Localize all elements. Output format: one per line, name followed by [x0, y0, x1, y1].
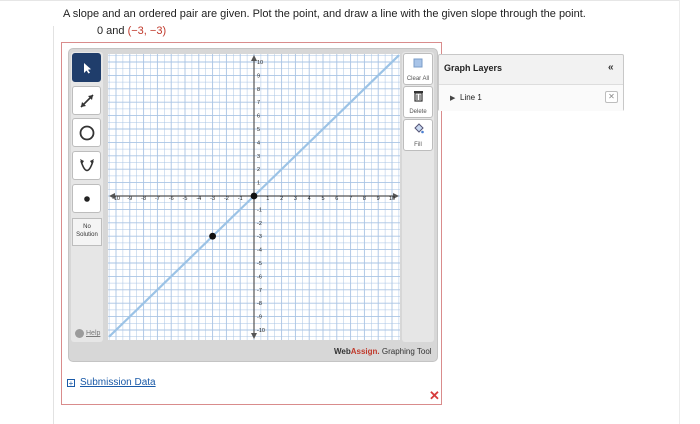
brand-tool: Graphing Tool	[379, 347, 432, 356]
layer-row[interactable]: ▶ Line 1 ✕	[439, 84, 623, 111]
given-point: (−3, −3)	[127, 25, 167, 37]
y-tick-label: 10	[257, 60, 263, 66]
help-label: Help	[86, 330, 101, 337]
expand-plus-icon: +	[67, 378, 75, 388]
x-tick-label: -3	[210, 196, 215, 202]
delete-button[interactable]: Delete	[403, 86, 433, 118]
submission-data-label: Submission Data	[80, 377, 156, 388]
clear-all-label: Clear All	[406, 76, 430, 82]
y-tick-label: 2	[257, 167, 260, 173]
help-icon	[75, 329, 84, 338]
y-tick-label: -9	[257, 315, 262, 321]
x-tick-label: 8	[363, 196, 366, 202]
divider	[53, 26, 54, 424]
help-link[interactable]: Help	[75, 329, 100, 338]
given-slope: 0 and	[97, 25, 125, 37]
coordinate-graph[interactable]: -10 -9 -8 -7 -6 -5 -4 -3 -2 -1 1 2 3 4 5 6 7 8 9 10 10 9 8 7 6 5 4…	[108, 54, 400, 340]
y-tick-label: -2	[257, 221, 262, 227]
submission-data-link[interactable]: + Submission Data	[67, 377, 156, 388]
graph-layers-title: Graph Layers	[444, 63, 503, 73]
y-tick-label: -7	[257, 288, 262, 294]
y-tick-label: 8	[257, 87, 260, 93]
y-tick-label: 3	[257, 154, 260, 160]
plotted-point	[250, 192, 258, 200]
fill-bucket-icon	[414, 123, 424, 134]
pointer-tool-button[interactable]	[72, 53, 101, 82]
line-icon	[79, 93, 94, 108]
x-tick-label: -5	[183, 196, 188, 202]
layer-name: Line 1	[460, 93, 482, 102]
x-tick-label: 1	[266, 196, 269, 202]
brand-web: Web	[334, 347, 351, 356]
fill-label: Fill	[414, 142, 422, 148]
collapse-icon[interactable]: «	[608, 62, 614, 73]
x-tick-label: -9	[127, 196, 132, 202]
y-tick-label: 4	[257, 140, 260, 146]
x-tick-label: 7	[349, 196, 352, 202]
y-tick-label: -4	[257, 248, 262, 254]
x-tick-label: -10	[112, 196, 120, 202]
brand-label: WebAssign. Graphing Tool	[334, 347, 432, 356]
parabola-tool-button[interactable]	[72, 151, 101, 180]
fill-button[interactable]: Fill	[403, 119, 433, 151]
x-tick-label: -2	[224, 196, 229, 202]
y-tick-label: 7	[257, 100, 260, 106]
parabola-icon	[79, 158, 94, 171]
x-tick-label: -6	[169, 196, 174, 202]
line-tool-button[interactable]	[72, 86, 101, 115]
question-text: A slope and an ordered pair are given. P…	[63, 8, 586, 20]
delete-label: Delete	[409, 109, 427, 115]
x-tick-label: -4	[196, 196, 201, 202]
x-tick-label: 9	[377, 196, 380, 202]
y-tick-label: -10	[257, 328, 265, 334]
x-tick-label: 2	[280, 196, 283, 202]
y-tick-label: -5	[257, 261, 262, 267]
brand-assign: Assign.	[350, 347, 380, 356]
point-tool-button[interactable]	[72, 184, 101, 213]
y-tick-label: -3	[257, 234, 262, 240]
y-tick-label: 1	[257, 181, 260, 187]
x-tick-label: 5	[321, 196, 324, 202]
x-tick-label: 10	[389, 196, 395, 202]
trash-icon	[413, 91, 423, 102]
x-tick-label: -8	[141, 196, 146, 202]
x-tick-label: -7	[155, 196, 160, 202]
expand-triangle-icon[interactable]: ▶	[450, 94, 455, 102]
divider	[0, 0, 680, 1]
no-solution-button[interactable]: No Solution	[72, 218, 102, 246]
y-tick-label: 9	[257, 73, 260, 79]
clear-all-button[interactable]: Clear All	[403, 53, 433, 85]
plotted-point	[209, 232, 216, 240]
delete-layer-icon[interactable]: ✕	[605, 91, 618, 103]
x-tick-label: -1	[238, 196, 243, 202]
x-tick-label: 6	[335, 196, 338, 202]
divider	[679, 0, 680, 424]
x-tick-label: 4	[308, 196, 311, 202]
close-icon[interactable]: ✕	[429, 388, 440, 404]
y-tick-label: -6	[257, 274, 262, 280]
x-tick-label: 3	[294, 196, 297, 202]
point-icon	[83, 195, 90, 202]
circle-tool-button[interactable]	[72, 118, 101, 147]
pointer-icon	[83, 62, 91, 73]
circle-icon	[79, 125, 94, 140]
graph-layers-panel: Graph Layers « ▶ Line 1 ✕	[438, 54, 624, 111]
y-tick-label: -8	[257, 301, 262, 307]
y-tick-label: -1	[257, 207, 262, 213]
given-values: 0 and (−3, −3)	[97, 25, 166, 37]
clear-icon	[413, 58, 423, 68]
page: A slope and an ordered pair are given. P…	[0, 0, 700, 424]
y-tick-label: 6	[257, 114, 260, 120]
y-tick-label: 5	[257, 127, 260, 133]
